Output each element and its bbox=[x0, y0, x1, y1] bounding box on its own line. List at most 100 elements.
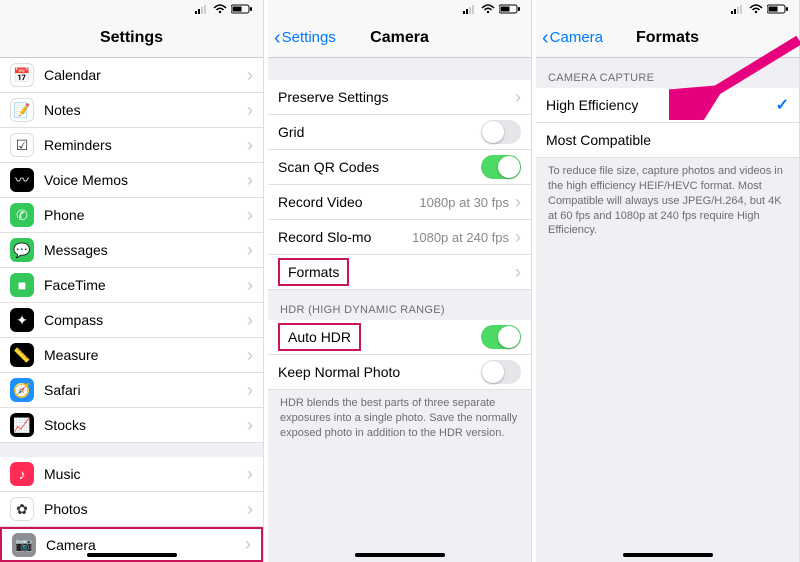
setting-keep-normal-photo[interactable]: Keep Normal Photo bbox=[268, 355, 531, 390]
nav-bar: Settings bbox=[0, 18, 263, 58]
cell-label: Record Video bbox=[278, 194, 419, 210]
cellular-signal-icon bbox=[463, 4, 477, 14]
cell-label: Formats bbox=[278, 258, 349, 286]
settings-item-reminders[interactable]: ☑Reminders› bbox=[0, 128, 263, 163]
settings-item-music[interactable]: ♪Music› bbox=[0, 457, 263, 492]
nav-title: Formats bbox=[636, 29, 699, 47]
cell-label: Photos bbox=[44, 501, 247, 517]
cellular-signal-icon bbox=[195, 4, 209, 14]
photos-app-icon: ✿ bbox=[10, 497, 34, 521]
chevron-right-icon: › bbox=[245, 534, 251, 555]
back-label: Settings bbox=[282, 29, 336, 46]
section-footer-hdr: HDR blends the best parts of three separ… bbox=[268, 390, 531, 451]
camera-app-icon: 📷 bbox=[12, 533, 36, 557]
format-option-most-compatible[interactable]: Most Compatible bbox=[536, 123, 799, 158]
cell-detail: 1080p at 240 fps bbox=[412, 230, 509, 245]
cell-label: Music bbox=[44, 466, 247, 482]
content[interactable]: Preserve Settings›GridScan QR CodesRecor… bbox=[268, 58, 531, 562]
cell-label: Camera bbox=[46, 537, 245, 553]
measure-app-icon: 📏 bbox=[10, 343, 34, 367]
messages-app-icon: 💬 bbox=[10, 238, 34, 262]
nav-title: Settings bbox=[100, 29, 163, 47]
chevron-left-icon: ‹ bbox=[274, 28, 281, 48]
setting-preserve-settings[interactable]: Preserve Settings› bbox=[268, 80, 531, 115]
settings-item-compass[interactable]: ✦Compass› bbox=[0, 303, 263, 338]
cell-label: Voice Memos bbox=[44, 172, 247, 188]
wifi-icon bbox=[749, 4, 763, 14]
safari-app-icon: 🧭 bbox=[10, 378, 34, 402]
setting-grid[interactable]: Grid bbox=[268, 115, 531, 150]
toggle-switch[interactable] bbox=[481, 155, 521, 179]
nav-bar: ‹ Camera Formats bbox=[536, 18, 799, 58]
cellular-signal-icon bbox=[731, 4, 745, 14]
battery-icon bbox=[767, 4, 789, 14]
chevron-right-icon: › bbox=[247, 345, 253, 366]
cell-label: Notes bbox=[44, 102, 247, 118]
home-indicator[interactable] bbox=[355, 553, 445, 557]
settings-item-notes[interactable]: 📝 Notes› bbox=[0, 93, 263, 128]
chevron-right-icon: › bbox=[515, 227, 521, 248]
wifi-icon bbox=[213, 4, 227, 14]
battery-icon bbox=[499, 4, 521, 14]
screen-formats: ‹ Camera Formats CAMERA CAPTUREHigh Effi… bbox=[536, 0, 800, 562]
setting-scan-qr-codes[interactable]: Scan QR Codes bbox=[268, 150, 531, 185]
setting-formats[interactable]: Formats› bbox=[268, 255, 531, 290]
cell-label: Compass bbox=[44, 312, 247, 328]
settings-item-measure[interactable]: 📏 Measure› bbox=[0, 338, 263, 373]
notes-app-icon: 📝 bbox=[10, 98, 34, 122]
format-option-high-efficiency[interactable]: High Efficiency✓ bbox=[536, 88, 799, 123]
settings-item-safari[interactable]: 🧭Safari› bbox=[0, 373, 263, 408]
chevron-right-icon: › bbox=[247, 100, 253, 121]
setting-auto-hdr[interactable]: Auto HDR bbox=[268, 320, 531, 355]
cell-label: Calendar bbox=[44, 67, 247, 83]
back-label: Camera bbox=[550, 29, 603, 46]
back-button[interactable]: ‹ Settings bbox=[274, 28, 336, 48]
setting-record-video[interactable]: Record Video1080p at 30 fps› bbox=[268, 185, 531, 220]
toggle-switch[interactable] bbox=[481, 120, 521, 144]
chevron-right-icon: › bbox=[515, 87, 521, 108]
settings-item-messages[interactable]: 💬Messages› bbox=[0, 233, 263, 268]
cell-label: Safari bbox=[44, 382, 247, 398]
chevron-right-icon: › bbox=[247, 205, 253, 226]
toggle-switch[interactable] bbox=[481, 360, 521, 384]
cell-label: Measure bbox=[44, 347, 247, 363]
reminders-app-icon: ☑ bbox=[10, 133, 34, 157]
chevron-right-icon: › bbox=[247, 240, 253, 261]
chevron-right-icon: › bbox=[247, 170, 253, 191]
home-indicator[interactable] bbox=[623, 553, 713, 557]
status-bar bbox=[268, 0, 531, 18]
content[interactable]: CAMERA CAPTUREHigh Efficiency✓Most Compa… bbox=[536, 58, 799, 562]
status-bar bbox=[0, 0, 263, 18]
nav-title: Camera bbox=[370, 29, 429, 47]
content[interactable]: 📅Calendar›📝Notes›☑Reminders›〰Voice Memos… bbox=[0, 58, 263, 562]
section-header-capture: CAMERA CAPTURE bbox=[536, 58, 799, 88]
settings-item-photos[interactable]: ✿ Photos› bbox=[0, 492, 263, 527]
cell-label: Grid bbox=[278, 124, 481, 140]
cell-label: Preserve Settings bbox=[278, 89, 515, 105]
settings-item-calendar[interactable]: 📅Calendar› bbox=[0, 58, 263, 93]
screen-camera-settings: ‹ Settings Camera Preserve Settings›Grid… bbox=[268, 0, 532, 562]
home-indicator[interactable] bbox=[87, 553, 177, 557]
screen-settings: Settings 📅Calendar›📝Notes›☑Reminders›〰Vo… bbox=[0, 0, 264, 562]
settings-item-stocks[interactable]: 📈Stocks› bbox=[0, 408, 263, 443]
voice-memos-app-icon: 〰 bbox=[10, 168, 34, 192]
settings-item-phone[interactable]: ✆Phone› bbox=[0, 198, 263, 233]
cell-detail: 1080p at 30 fps bbox=[419, 195, 509, 210]
setting-record-slo-mo[interactable]: Record Slo-mo1080p at 240 fps› bbox=[268, 220, 531, 255]
cell-label: High Efficiency bbox=[546, 97, 776, 113]
chevron-right-icon: › bbox=[247, 499, 253, 520]
settings-item-voice-memos[interactable]: 〰 Voice Memos› bbox=[0, 163, 263, 198]
chevron-right-icon: › bbox=[247, 135, 253, 156]
cell-label: Auto HDR bbox=[278, 323, 361, 351]
wifi-icon bbox=[481, 4, 495, 14]
chevron-right-icon: › bbox=[247, 310, 253, 331]
nav-bar: ‹ Settings Camera bbox=[268, 18, 531, 58]
chevron-left-icon: ‹ bbox=[542, 28, 549, 48]
back-button[interactable]: ‹ Camera bbox=[542, 28, 603, 48]
chevron-right-icon: › bbox=[247, 415, 253, 436]
phone-app-icon: ✆ bbox=[10, 203, 34, 227]
settings-item-facetime[interactable]: ■FaceTime› bbox=[0, 268, 263, 303]
checkmark-icon: ✓ bbox=[776, 95, 789, 115]
toggle-switch[interactable] bbox=[481, 325, 521, 349]
cell-label: Stocks bbox=[44, 417, 247, 433]
